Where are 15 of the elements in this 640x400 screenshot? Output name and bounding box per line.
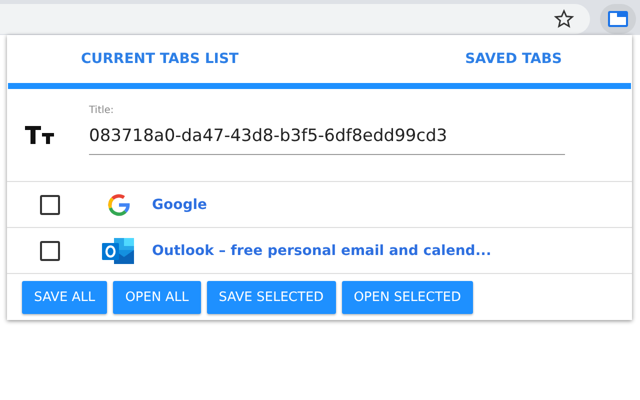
tab-link[interactable]: Outlook – free personal email and calend...: [152, 242, 492, 258]
window-icon: [608, 11, 628, 27]
field-label: Title:: [89, 105, 115, 116]
action-button[interactable]: SAVE SELECTED: [206, 281, 336, 314]
star-icon[interactable]: [554, 9, 574, 29]
extension-button[interactable]: [600, 4, 636, 34]
action-button[interactable]: OPEN ALL: [113, 281, 201, 314]
checkbox[interactable]: [40, 194, 60, 214]
checkbox[interactable]: [40, 240, 60, 260]
action-button[interactable]: OPEN SELECTED: [342, 281, 473, 314]
action-button[interactable]: SAVE ALL: [22, 281, 108, 314]
tab[interactable]: CURRENT TABS LIST: [81, 51, 239, 67]
tab-link[interactable]: Google: [152, 196, 208, 212]
tab[interactable]: SAVED TABS: [465, 51, 562, 67]
title-field[interactable]: 083718a0-da47-43d8-b3f5-6df8edd99cd3: [89, 126, 565, 155]
